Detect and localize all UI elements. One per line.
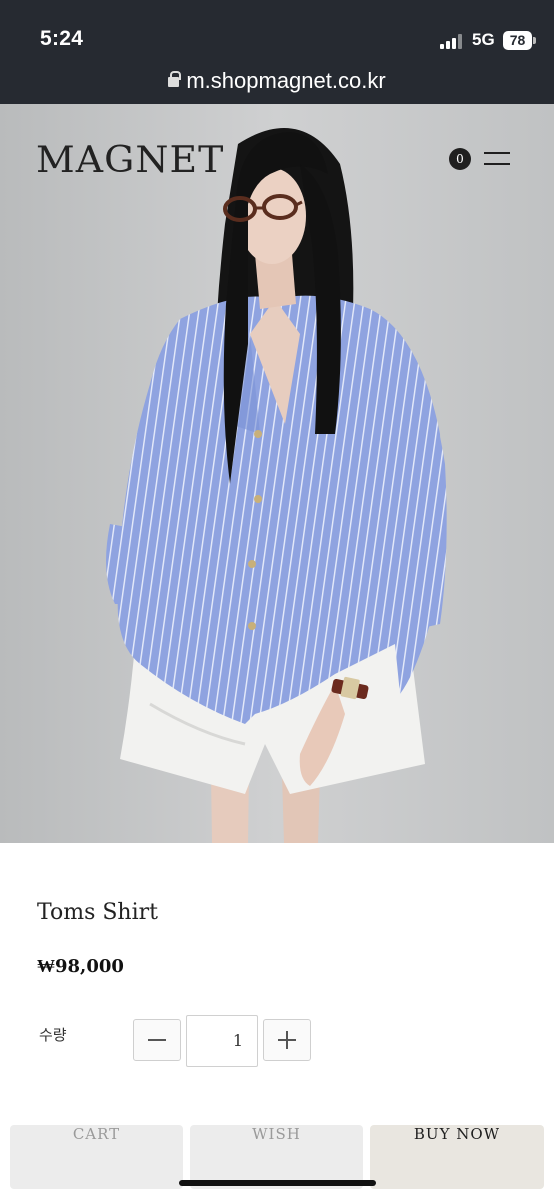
- network-type: 5G: [472, 30, 495, 49]
- battery-icon: 78: [503, 31, 532, 50]
- hamburger-menu-icon[interactable]: [484, 150, 510, 168]
- quantity-input[interactable]: 1: [186, 1015, 258, 1067]
- minus-icon: [148, 1039, 166, 1041]
- status-time: 5:24: [40, 27, 84, 50]
- quantity-decrease-button[interactable]: [133, 1019, 181, 1061]
- address-bar[interactable]: m.shopmagnet.co.kr: [0, 68, 554, 94]
- quantity-label: 수량: [39, 1026, 67, 1044]
- browser-top-bar: 5:24 5G 78 m.shopmagnet.co.kr: [0, 0, 554, 104]
- url-text: m.shopmagnet.co.kr: [186, 68, 386, 93]
- signal-icon: [440, 34, 464, 49]
- cart-count-badge[interactable]: 0: [449, 148, 471, 170]
- product-price: ₩98,000: [37, 956, 124, 977]
- product-image[interactable]: MAGNET 0: [0, 104, 554, 843]
- cart-button[interactable]: CART: [10, 1125, 183, 1189]
- home-indicator[interactable]: [179, 1180, 376, 1186]
- product-photo-illustration: [0, 104, 554, 843]
- buy-now-button[interactable]: BUY NOW: [370, 1125, 544, 1189]
- product-title: Toms Shirt: [37, 900, 158, 925]
- brand-logo[interactable]: MAGNET: [36, 140, 224, 181]
- lock-icon: [168, 71, 182, 87]
- plus-icon-vertical: [286, 1031, 288, 1049]
- quantity-increase-button[interactable]: [263, 1019, 311, 1061]
- battery-tip: [533, 37, 536, 44]
